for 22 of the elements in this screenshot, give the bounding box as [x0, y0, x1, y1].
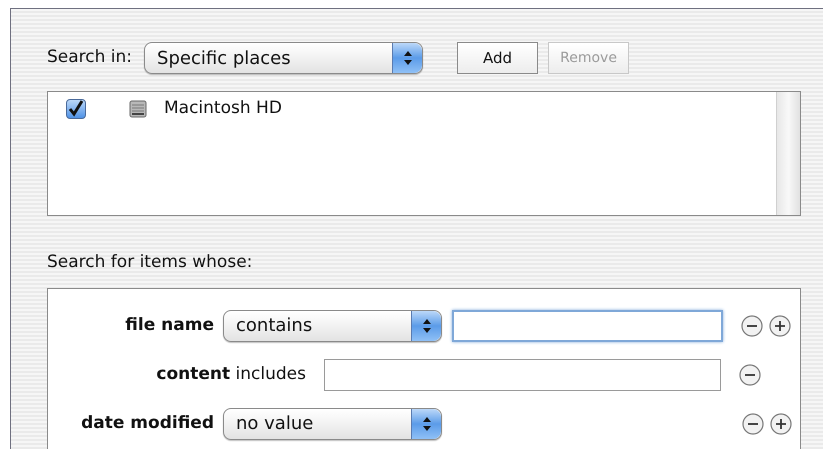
place-name[interactable]: Macintosh HD [164, 96, 282, 122]
criterion-label: file name [124, 314, 214, 337]
criteria-title: Search for items whose: [47, 251, 254, 274]
criterion-label: content includes [155, 362, 306, 386]
criterion-field[interactable] [452, 310, 723, 342]
criterion-popup[interactable]: contains [223, 310, 442, 342]
remove-criterion-icon[interactable] [739, 364, 761, 386]
push-button[interactable]: Add [457, 42, 538, 74]
search-in-popup[interactable]: Specific places [144, 42, 424, 74]
add-criterion-icon[interactable] [770, 412, 792, 434]
hard-drive-icon [128, 99, 148, 119]
stepper-icon [411, 408, 441, 438]
search-in-label: Search in: [47, 46, 132, 70]
stepper-icon [392, 43, 422, 73]
criterion-popup[interactable]: no value [223, 408, 442, 440]
remove-criterion-icon[interactable] [741, 314, 763, 336]
criterion-label: date modified [80, 412, 214, 435]
criterion-field[interactable] [324, 358, 721, 390]
add-criterion-icon[interactable] [769, 314, 791, 336]
remove-criterion-icon[interactable] [742, 412, 764, 434]
checkbox[interactable] [66, 99, 86, 119]
stepper-icon [411, 310, 441, 340]
